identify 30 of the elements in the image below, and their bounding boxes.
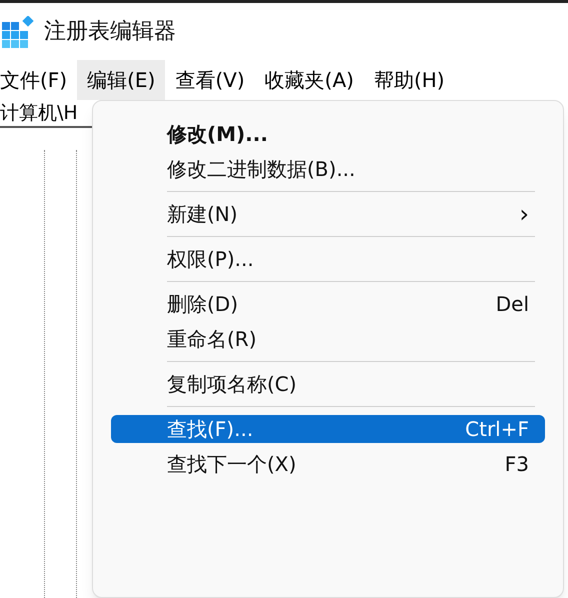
shortcut-label: Ctrl+F <box>465 416 529 443</box>
menu-item-label: 查找下一个(X) <box>167 451 298 478</box>
menu-bar-item[interactable]: 帮助(H) <box>364 60 455 100</box>
menu-item[interactable]: 复制项名称(C) <box>111 370 545 398</box>
menu-item-label: 修改二进制数据(B)... <box>167 156 356 183</box>
menu-item-label: 新建(N) <box>167 201 239 228</box>
shortcut-label: Del <box>496 291 529 318</box>
menu-item-label: 复制项名称(C) <box>167 371 298 398</box>
menu-bar-item[interactable]: 查看(V) <box>165 60 255 100</box>
submenu-arrow: › <box>519 202 529 226</box>
registry-editor-icon <box>2 16 34 48</box>
menu-item-label: 查找(F)... <box>167 416 254 443</box>
menu-item-label: 权限(P)... <box>167 246 255 273</box>
menu-item[interactable]: 权限(P)... <box>111 245 545 273</box>
address-field[interactable]: 计算机\H <box>0 98 78 128</box>
menu-item[interactable]: 查找(F)... Ctrl+F <box>111 415 545 443</box>
menu-item-label: 重命名(R) <box>167 326 258 353</box>
menu-item[interactable]: 修改二进制数据(B)... <box>111 155 545 183</box>
window-title: 注册表编辑器 <box>44 18 176 46</box>
menu-bar-item[interactable]: 收藏夹(A) <box>254 60 364 100</box>
menu-item-label: 修改(M)... <box>167 121 269 148</box>
menu-item[interactable]: 删除(D) Del <box>111 290 545 318</box>
menu-item[interactable]: 新建(N) › <box>111 200 545 228</box>
shortcut-label: F3 <box>504 451 529 478</box>
menu-item-label: 删除(D) <box>167 291 240 318</box>
menu-bar-item[interactable]: 编辑(E) <box>77 60 166 100</box>
menu-item[interactable]: 查找下一个(X) F3 <box>111 450 545 478</box>
menu-item[interactable]: 重命名(R) <box>111 325 545 353</box>
menu-bar-item[interactable]: 文件(F) <box>0 60 78 100</box>
menu-item[interactable]: 修改(M)... <box>111 120 545 148</box>
